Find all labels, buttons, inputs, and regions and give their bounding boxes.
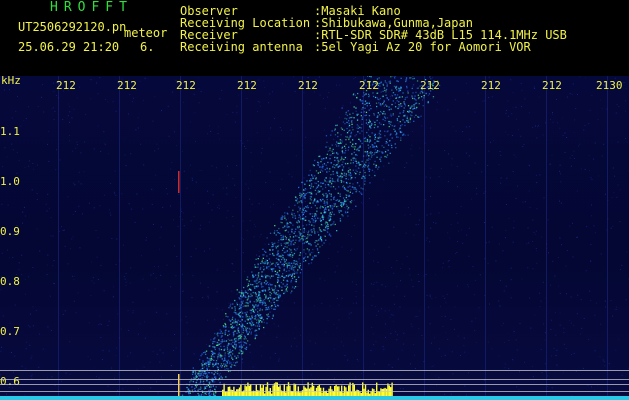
brand-title: HROFFT [50,0,133,15]
spectrogram-panel [0,76,629,400]
x-tick: 212 [359,79,379,92]
event-type: meteor [124,26,168,40]
x-tick: 212 [237,79,257,92]
meteor-trail [0,76,629,400]
y-tick: 1.0 [0,175,20,188]
y-tick: 0.8 [0,275,20,288]
x-tick: 212 [176,79,196,92]
y-tick: 1.1 [0,125,20,138]
guide-line [0,384,629,385]
date-time: 25.06.29 21:20 [18,40,120,54]
counter: 6. [140,40,155,54]
guide-line [0,391,629,392]
baseline-noise-band [0,396,629,400]
antenna-value: :5el Yagi Az 20 for Aomori VOR [314,40,531,54]
x-tick: 212 [56,79,76,92]
x-tick: 212 [298,79,318,92]
antenna-label: Receiving antenna [180,40,303,54]
header-panel: HROFFT UT2506292120.pn meteor 25.06.29 2… [0,0,629,76]
x-tick: 212 [420,79,440,92]
x-tick: 212 [481,79,501,92]
y-tick: 0.6 [0,375,20,388]
guide-line [0,370,629,371]
x-tick: 2130 [596,79,623,92]
y-tick: 0.7 [0,325,20,338]
y-unit-label: kHz [1,74,21,87]
x-tick: 212 [117,79,137,92]
x-tick: 212 [542,79,562,92]
guide-line [0,379,629,380]
y-tick: 0.9 [0,225,20,238]
file-name: UT2506292120.pn [18,20,127,34]
